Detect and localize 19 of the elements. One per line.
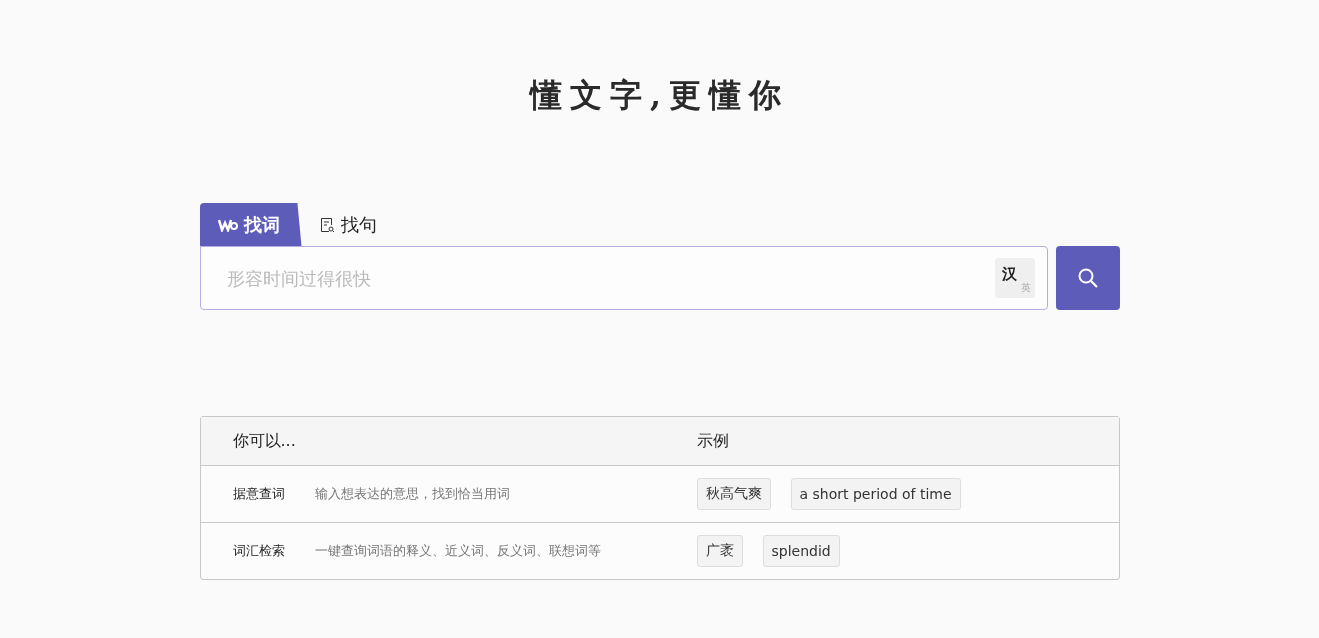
wq-logo-icon xyxy=(217,217,238,232)
search-mode-tab[interactable]: 找词 xyxy=(199,203,302,246)
feature-description: 一键查询词语的释义、近义词、反义词、联想词等 xyxy=(314,542,601,560)
feature-name: 据意查词 xyxy=(232,485,285,503)
example-chip[interactable]: 秋高气爽 xyxy=(696,478,771,510)
feature-description: 输入想表达的意思，找到恰当用词 xyxy=(314,485,510,503)
feature-name: 词汇检索 xyxy=(232,542,285,560)
language-toggle[interactable]: 汉 英 xyxy=(994,258,1035,298)
column-header: 示例 xyxy=(696,430,729,452)
slogan-title: 懂文字,更懂你 xyxy=(529,75,790,116)
example-chip[interactable]: a short period of time xyxy=(790,478,961,510)
search-button[interactable] xyxy=(1055,246,1120,310)
column-header: 你可以... xyxy=(232,430,296,452)
document-search-icon xyxy=(319,216,335,233)
search-icon xyxy=(1076,267,1099,289)
example-chip[interactable]: splendid xyxy=(762,535,840,567)
search-mode-tab[interactable]: 找句 xyxy=(301,203,399,246)
example-chip[interactable]: 广袤 xyxy=(696,535,743,567)
search-field[interactable]: 形容时间过得很快 汉 英 xyxy=(199,246,1048,310)
